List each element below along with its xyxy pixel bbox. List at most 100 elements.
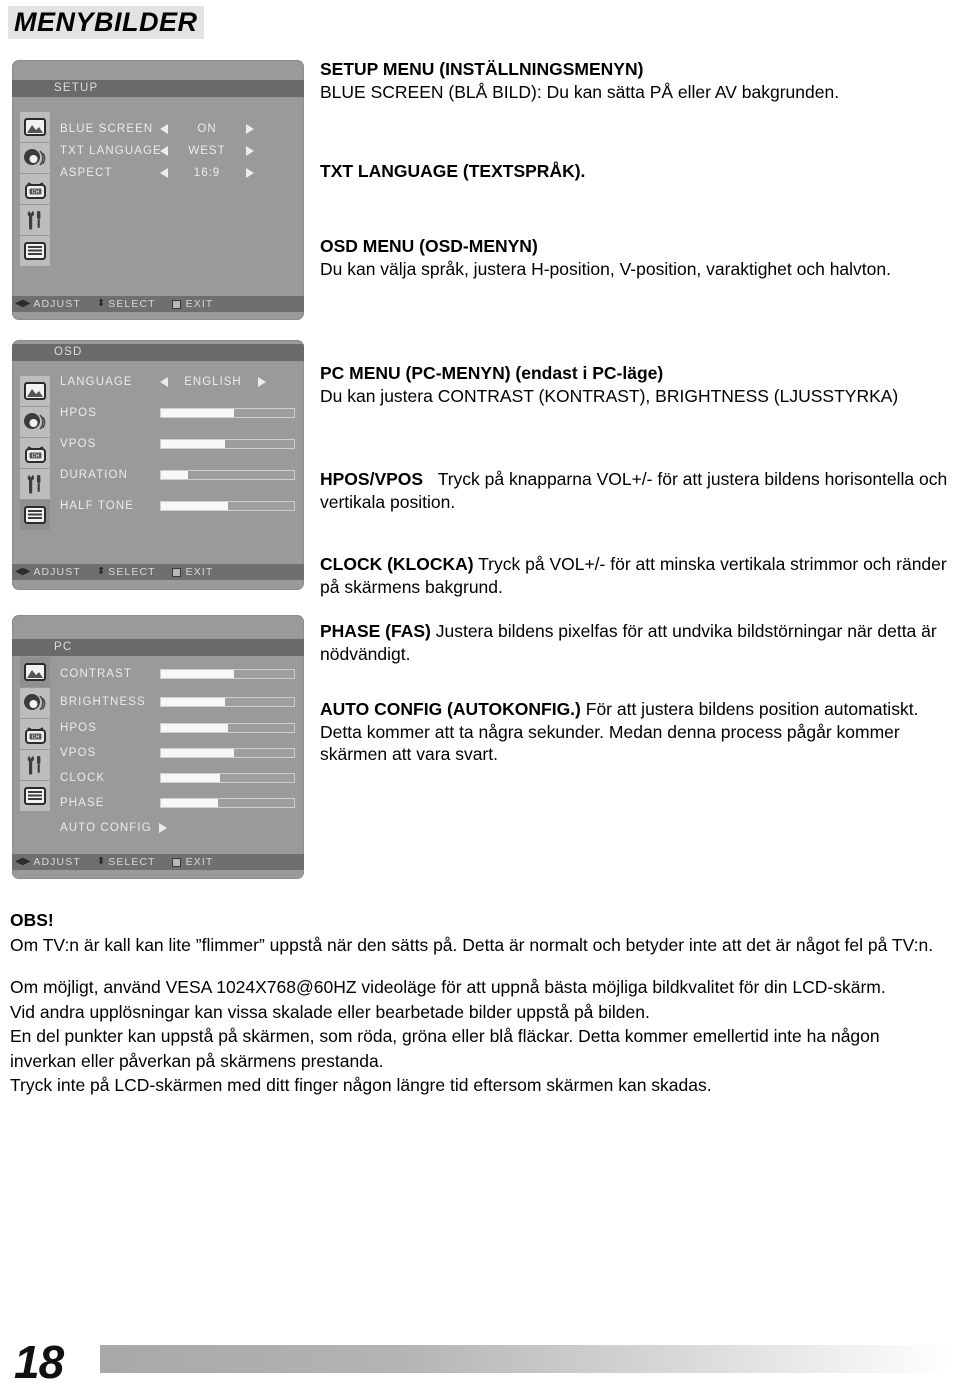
footer-gradient-bar	[100, 1345, 950, 1373]
slider-hpos[interactable]	[160, 722, 295, 733]
slider-brightness[interactable]	[160, 696, 295, 707]
arrow-right-icon[interactable]	[246, 124, 254, 134]
picture-icon[interactable]	[20, 657, 50, 687]
osd-panel-setup-rows: BLUE SCREEN ON TXT LANGUAGE WEST ASPECT …	[60, 118, 300, 184]
slider-half-tone[interactable]	[160, 500, 295, 511]
osd-panel-osd-rows: LANGUAGE ENGLISH HPOS VPOS DURATION HALF…	[60, 366, 300, 521]
footer-adjust[interactable]: ◀▶ ADJUST	[15, 854, 81, 870]
osd-heading: OSD MENU (OSD-MENYN)	[320, 236, 538, 256]
tools-icon[interactable]	[20, 469, 50, 499]
menu-row-vpos[interactable]: VPOS	[60, 740, 300, 765]
menu-row-auto-config[interactable]: AUTO CONFIG	[60, 815, 300, 840]
document-page: MENYBILDER SETUP CH BLUE SCREEN ON TXT L…	[0, 0, 960, 1397]
paragraph-phase: PHASE (FAS) Justera bildens pixelfas för…	[320, 620, 940, 665]
osd-panel-setup: SETUP CH BLUE SCREEN ON TXT LANGUAGE WES…	[12, 60, 304, 320]
osd-panel-setup-footer: ◀▶ ADJUST ⬍ SELECT EXIT	[12, 296, 304, 312]
svg-text:CH: CH	[31, 453, 39, 459]
menu-square-icon	[171, 857, 181, 867]
slider-clock[interactable]	[160, 772, 295, 783]
slider-contrast[interactable]	[160, 668, 295, 679]
menu-row-label: VPOS	[60, 746, 97, 759]
left-right-arrows-icon: ◀▶	[15, 566, 31, 577]
osd-list-icon[interactable]	[20, 236, 50, 266]
osd-list-icon[interactable]	[20, 500, 50, 530]
osd-list-icon[interactable]	[20, 781, 50, 811]
arrow-left-icon[interactable]	[160, 124, 168, 134]
footer-select-label: SELECT	[108, 566, 156, 578]
arrow-right-icon[interactable]	[258, 376, 266, 387]
arrow-right-icon[interactable]	[246, 146, 254, 156]
footer-adjust[interactable]: ◀▶ ADJUST	[15, 564, 81, 580]
notes-section: OBS! Om TV:n är kall kan lite ”flimmer” …	[10, 908, 950, 1098]
arrow-right-icon[interactable]	[158, 822, 167, 833]
osd-panel-osd-title: OSD	[12, 344, 304, 361]
menu-row-value: 16:9	[193, 167, 221, 179]
menu-row-duration[interactable]: DURATION	[60, 459, 300, 490]
up-down-arrows-icon: ⬍	[96, 566, 106, 577]
menu-row-half-tone[interactable]: HALF TONE	[60, 490, 300, 521]
menu-row-label: ASPECT	[60, 167, 113, 179]
menu-row-label: TXT LANGUAGE	[60, 145, 162, 157]
arrow-left-icon[interactable]	[160, 168, 168, 178]
paragraph-auto-config: AUTO CONFIG (AUTOKONFIG.) För att juster…	[320, 698, 960, 766]
menu-row-blue-screen[interactable]: BLUE SCREEN ON	[60, 118, 300, 140]
setup-heading: SETUP MENU (INSTÄLLNINGSMENYN)	[320, 59, 644, 79]
pc-text: Du kan justera CONTRAST (KONTRAST), BRIG…	[320, 385, 899, 406]
menu-row-hpos[interactable]: HPOS	[60, 397, 300, 428]
txt-language-heading: TXT LANGUAGE (TEXTSPRÅK).	[320, 161, 586, 181]
menu-row-label: VPOS	[60, 437, 97, 450]
menu-row-label: BRIGHTNESS	[60, 695, 146, 708]
osd-panel-osd-icon-rail: CH	[20, 376, 50, 531]
menu-row-aspect[interactable]: ASPECT 16:9	[60, 162, 300, 184]
footer-select[interactable]: ⬍ SELECT	[97, 564, 156, 580]
menu-row-language[interactable]: LANGUAGE ENGLISH	[60, 366, 300, 397]
menu-row-contrast[interactable]: CONTRAST	[60, 659, 300, 688]
footer-adjust-label: ADJUST	[33, 566, 81, 578]
picture-icon[interactable]	[20, 112, 50, 142]
footer-select[interactable]: ⬍ SELECT	[97, 296, 156, 312]
osd-text: Du kan välja språk, justera H-position, …	[320, 258, 891, 279]
footer-exit[interactable]: EXIT	[171, 854, 214, 870]
menu-row-brightness[interactable]: BRIGHTNESS	[60, 688, 300, 715]
menu-row-hpos[interactable]: HPOS	[60, 715, 300, 740]
slider-duration[interactable]	[160, 469, 295, 480]
slider-phase[interactable]	[160, 797, 295, 808]
tools-icon[interactable]	[20, 205, 50, 235]
arrow-left-icon[interactable]	[160, 376, 168, 387]
slider-vpos[interactable]	[160, 747, 295, 758]
osd-panel-setup-title: SETUP	[12, 80, 304, 97]
sound-icon[interactable]	[20, 407, 50, 437]
menu-row-label: CLOCK	[60, 771, 106, 784]
page-number: 18	[14, 1336, 64, 1388]
footer-adjust-label: ADJUST	[33, 856, 81, 868]
menu-row-clock[interactable]: CLOCK	[60, 765, 300, 790]
autoconfig-heading: AUTO CONFIG (AUTOKONFIG.)	[320, 699, 581, 719]
sound-icon[interactable]	[20, 688, 50, 718]
footer-select[interactable]: ⬍ SELECT	[97, 854, 156, 870]
arrow-left-icon[interactable]	[160, 146, 168, 156]
left-right-arrows-icon: ◀▶	[15, 298, 31, 309]
sound-icon[interactable]	[20, 143, 50, 173]
menu-row-label: BLUE SCREEN	[60, 123, 154, 135]
slider-hpos[interactable]	[160, 407, 295, 418]
menu-row-phase[interactable]: PHASE	[60, 790, 300, 815]
menu-row-vpos[interactable]: VPOS	[60, 428, 300, 459]
menu-row-txt-language[interactable]: TXT LANGUAGE WEST	[60, 140, 300, 162]
footer-exit[interactable]: EXIT	[171, 564, 214, 580]
footer-adjust[interactable]: ◀▶ ADJUST	[15, 296, 81, 312]
menu-row-label: HPOS	[60, 406, 97, 419]
footer-exit[interactable]: EXIT	[171, 296, 214, 312]
tools-icon[interactable]	[20, 750, 50, 780]
picture-icon[interactable]	[20, 376, 50, 406]
channel-icon[interactable]: CH	[20, 438, 50, 468]
notes-spacer	[10, 957, 950, 975]
osd-panel-pc-rows: CONTRAST BRIGHTNESS HPOS VPOS CLOCK PHAS…	[60, 659, 300, 840]
notes-heading: OBS!	[10, 910, 54, 930]
slider-vpos[interactable]	[160, 438, 295, 449]
channel-icon[interactable]: CH	[20, 719, 50, 749]
notes-line-5: Tryck inte på LCD-skärmen med ditt finge…	[10, 1075, 712, 1095]
menu-row-label: DURATION	[60, 468, 129, 481]
arrow-right-icon[interactable]	[246, 168, 254, 178]
channel-icon[interactable]: CH	[20, 174, 50, 204]
osd-panel-setup-icon-rail: CH	[20, 112, 50, 267]
